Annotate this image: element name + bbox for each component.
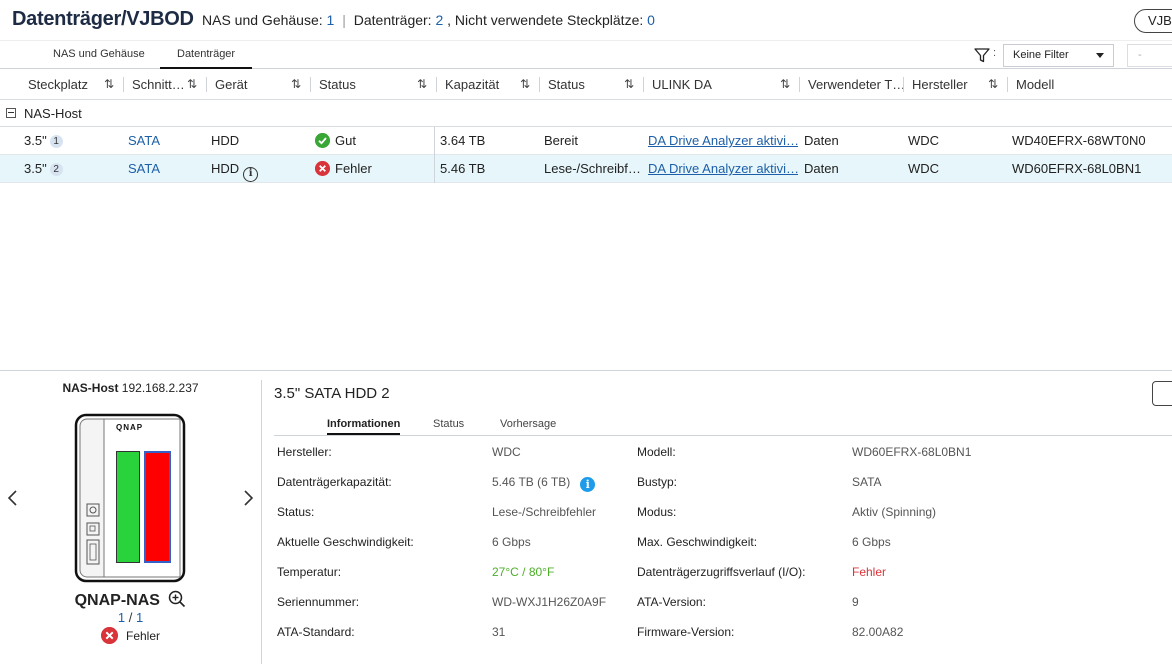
column-divider	[434, 127, 435, 183]
tab-nas-enclosures[interactable]: NAS und Gehäuse	[53, 48, 145, 60]
unused-slots-label: , Nicht verwendete Steckplätze:	[447, 12, 644, 28]
slot-cell: 3.5" 1	[24, 127, 63, 155]
view-tabs-bar: NAS und Gehäuse Datenträger : Keine Filt…	[0, 40, 1172, 69]
filter-icon[interactable]	[973, 46, 991, 64]
column-header-capacity[interactable]: Kapazität ⇅	[437, 69, 540, 100]
sort-icon[interactable]: ⇅	[988, 69, 998, 100]
disk-slot-1[interactable]	[116, 451, 140, 563]
group-row-nas-host[interactable]: NAS-Host	[0, 100, 1172, 127]
filter-colon: :	[993, 47, 997, 59]
table-row[interactable]: 3.5" 2 SATA HDD i Fehler 5.46 TB Lese-/Sch…	[0, 155, 1172, 183]
page-title: Datenträger/VJBOD	[12, 8, 194, 30]
host-info: NAS-Host 192.168.2.237	[62, 381, 199, 395]
sort-icon[interactable]: ⇅	[187, 69, 197, 100]
column-header-ulink-da[interactable]: ULINK DA ⇅	[644, 69, 800, 100]
group-label: NAS-Host	[24, 106, 82, 121]
error-circle-icon	[315, 161, 330, 176]
device-cell: HDD	[211, 133, 240, 148]
nas-name: QNAP-NAS	[0, 590, 261, 610]
tab-prediction[interactable]: Vorhersage	[500, 418, 556, 430]
nas-count: 1	[326, 12, 335, 28]
column-header-interface[interactable]: Schnitt… ⇅	[124, 69, 207, 100]
sort-icon[interactable]: ⇅	[780, 69, 790, 100]
device-cell: HDD i	[211, 155, 259, 183]
tab-information[interactable]: Informationen	[327, 418, 401, 435]
check-circle-icon	[315, 133, 330, 148]
health-cell: Gut	[315, 127, 356, 155]
ulink-da-link[interactable]: DA Drive Analyzer aktivi…	[648, 127, 798, 155]
nas-brand-logo: QNAP	[116, 423, 144, 432]
unused-slots-count: 0	[647, 12, 655, 28]
chevron-left-icon[interactable]	[5, 488, 21, 508]
tab-disks[interactable]: Datenträger	[160, 48, 253, 69]
page-header: Datenträger/VJBOD NAS und Gehäuse: 1 | D…	[0, 0, 1172, 40]
sort-icon[interactable]: ⇅	[417, 69, 427, 100]
filter-selected-value: Keine Filter	[1013, 49, 1069, 61]
host-ip: 192.168.2.237	[121, 381, 199, 395]
chevron-down-icon	[1096, 53, 1104, 58]
detail-title: 3.5" SATA HDD 2	[274, 385, 390, 402]
zoom-in-icon[interactable]	[168, 590, 186, 608]
slot-number-badge: 1	[49, 135, 63, 148]
state-cell: Lese-/Schreibf…	[544, 161, 640, 176]
sort-icon[interactable]: ⇅	[520, 69, 530, 100]
summary-divider: |	[342, 12, 346, 28]
interface-cell: SATA	[128, 133, 161, 148]
sort-icon[interactable]: ⇅	[624, 69, 634, 100]
column-header-slot[interactable]: Steckplatz ⇅	[20, 69, 124, 100]
state-cell: Bereit	[544, 133, 578, 148]
disk-table-header: Steckplatz ⇅ Schnitt… ⇅ Gerät ⇅ Status ⇅…	[0, 69, 1172, 100]
model-cell: WD60EFRX-68L0BN1	[1012, 161, 1142, 176]
disk-count: 2	[435, 12, 444, 28]
column-header-vendor[interactable]: Hersteller ⇅	[904, 69, 1008, 100]
filter-dropdown[interactable]: Keine Filter	[1003, 44, 1114, 67]
collapse-icon[interactable]	[6, 108, 16, 118]
info-icon[interactable]: i	[580, 477, 596, 492]
used-type-cell: Daten	[804, 133, 839, 148]
interface-cell: SATA	[128, 161, 161, 176]
enclosure-panel: NAS-Host 192.168.2.237 QNAP QNAP-NAS 1 /…	[0, 371, 261, 664]
ulink-da-link[interactable]: DA Drive Analyzer aktivi…	[648, 155, 798, 183]
column-header-state[interactable]: Status ⇅	[540, 69, 644, 100]
enclosure-status: Fehler	[0, 627, 261, 644]
column-header-device[interactable]: Gerät ⇅	[207, 69, 311, 100]
nas-count-label: NAS und Gehäuse:	[202, 12, 323, 28]
disk-detail-panel: 3.5" SATA HDD 2 Informationen Status Vor…	[262, 371, 1172, 664]
column-header-health[interactable]: Status ⇅	[311, 69, 437, 100]
enclosure-pager: 1 / 1	[117, 610, 144, 625]
used-type-cell: Daten	[804, 161, 839, 176]
column-header-model[interactable]: Modell	[1008, 69, 1172, 100]
sort-icon[interactable]: ⇅	[291, 69, 301, 100]
capacity-cell: 3.64 TB	[440, 133, 486, 148]
tab-status[interactable]: Status	[433, 418, 464, 430]
detail-tabs: Informationen Status Vorhersage	[274, 415, 1172, 436]
search-input[interactable]: -	[1127, 44, 1172, 67]
capacity-cell: 5.46 TB	[440, 161, 486, 176]
table-row[interactable]: 3.5" 1 SATA HDD Gut 3.64 TB Bereit DA Dri…	[0, 127, 1172, 155]
disk-slot-2[interactable]	[144, 451, 171, 563]
error-circle-icon	[100, 627, 118, 644]
slot-number-badge: 2	[49, 163, 63, 176]
model-cell: WD40EFRX-68WT0N0	[1012, 133, 1146, 148]
column-header-used-type[interactable]: Verwendeter T…	[800, 69, 905, 100]
disk-count-label: Datenträger:	[353, 12, 432, 28]
health-cell: Fehler	[315, 155, 372, 183]
sort-icon[interactable]: ⇅	[104, 69, 114, 100]
slot-cell: 3.5" 2	[24, 155, 63, 183]
vjbod-button[interactable]: VJB	[1134, 9, 1172, 33]
header-summary: NAS und Gehäuse: 1 | Datenträger: 2 , Ni…	[202, 12, 655, 28]
info-icon[interactable]: i	[243, 167, 259, 182]
vendor-cell: WDC	[908, 133, 940, 148]
detail-action-button[interactable]	[1152, 381, 1172, 406]
vendor-cell: WDC	[908, 161, 940, 176]
chevron-right-icon[interactable]	[240, 488, 256, 508]
